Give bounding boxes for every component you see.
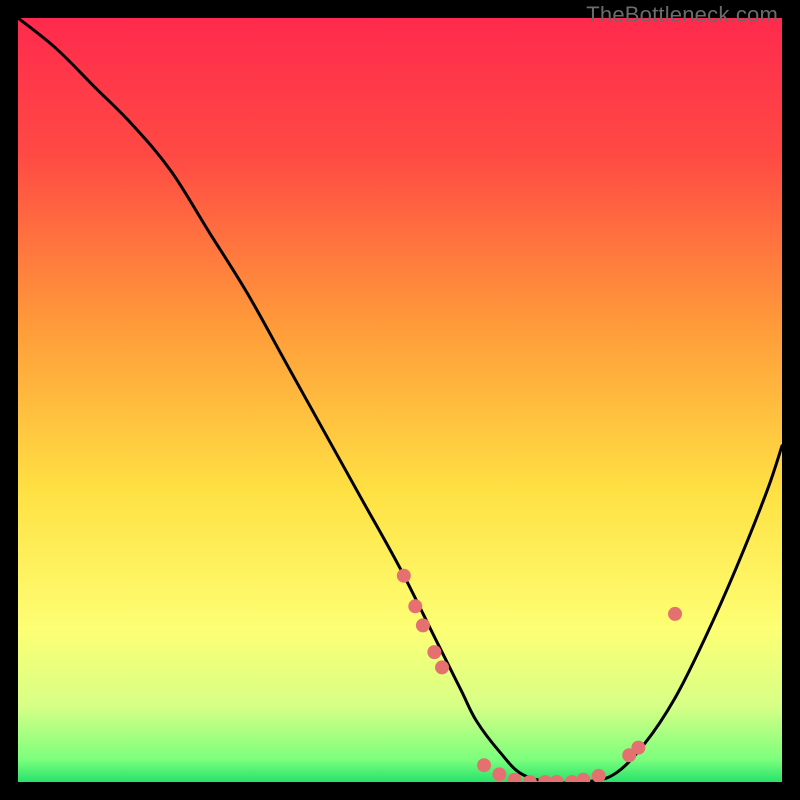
bottleneck-chart [18, 18, 782, 782]
marker-dot [477, 758, 491, 772]
marker-dot [631, 741, 645, 755]
chart-frame [18, 18, 782, 782]
marker-dot [416, 618, 430, 632]
marker-dot [408, 599, 422, 613]
marker-dot [427, 645, 441, 659]
marker-dot [397, 569, 411, 583]
marker-dot [435, 660, 449, 674]
marker-dot [492, 767, 506, 781]
gradient-background [18, 18, 782, 782]
watermark-text: TheBottleneck.com [586, 2, 778, 28]
marker-dot [668, 607, 682, 621]
